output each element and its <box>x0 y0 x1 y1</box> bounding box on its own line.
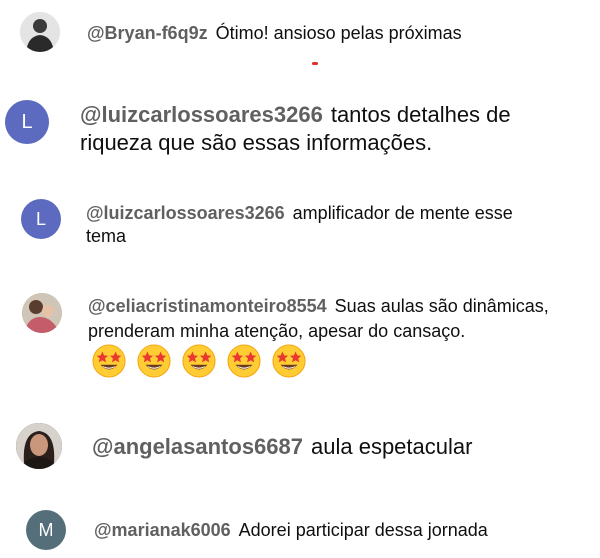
avatar[interactable] <box>22 293 62 333</box>
avatar-letter: L <box>35 208 46 229</box>
avatar[interactable] <box>16 423 62 469</box>
avatar-letter: L <box>21 110 33 133</box>
user-photo-icon <box>16 423 62 469</box>
avatar[interactable]: L <box>21 199 61 239</box>
red-accent-mark <box>312 62 318 65</box>
comment-author[interactable]: @marianak6006 <box>94 520 231 540</box>
avatar-letter: M <box>38 519 54 540</box>
comment-author[interactable]: @Bryan-f6q9z <box>87 23 208 43</box>
star-struck-emoji <box>92 344 126 378</box>
comment-author[interactable]: @celiacristinamonteiro8554 <box>88 296 327 316</box>
star-struck-emoji <box>137 344 171 378</box>
comment-text: Ótimo! ansioso pelas próximas <box>215 23 462 43</box>
avatar[interactable]: L <box>5 100 49 144</box>
emoji-row <box>92 344 306 378</box>
avatar[interactable] <box>20 12 60 52</box>
star-struck-emoji <box>182 344 216 378</box>
comment-text: aula espetacular <box>311 434 473 459</box>
user-photo-icon <box>22 293 62 333</box>
comment-author[interactable]: @luizcarlossoares3266 <box>86 203 285 223</box>
avatar[interactable]: M <box>26 510 66 550</box>
comment-text: Adorei participar dessa jornada <box>238 520 488 540</box>
comment-author[interactable]: @angelasantos6687 <box>92 434 303 459</box>
user-photo-icon <box>20 12 60 52</box>
star-struck-emoji <box>227 344 261 378</box>
star-struck-emoji <box>272 344 306 378</box>
comment-author[interactable]: @luizcarlossoares3266 <box>80 102 323 127</box>
